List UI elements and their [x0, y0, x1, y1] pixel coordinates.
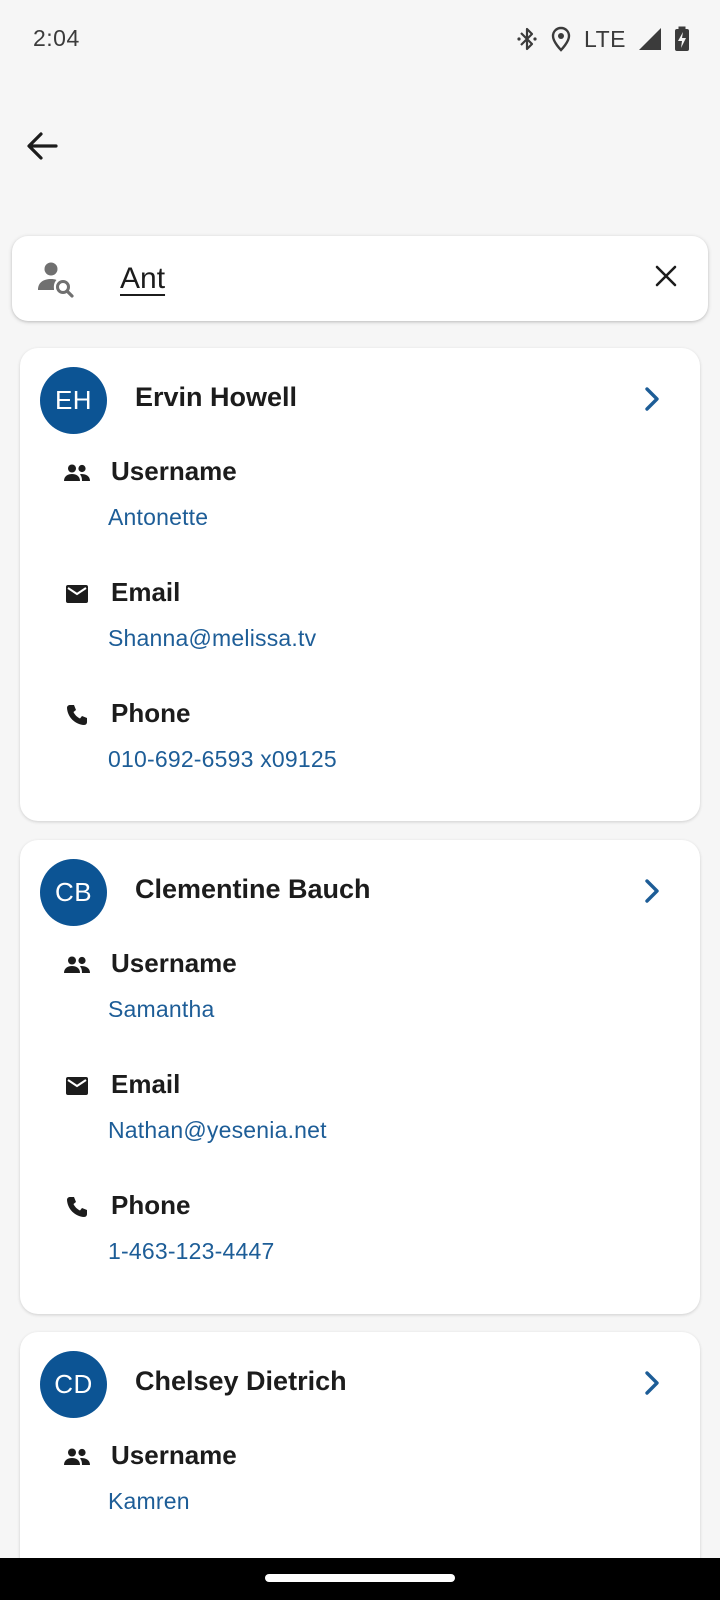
open-contact-button[interactable]	[632, 873, 672, 913]
email-label: Email	[111, 1069, 181, 1099]
home-gesture-handle[interactable]	[265, 1574, 455, 1582]
back-button[interactable]	[18, 124, 66, 172]
status-time: 2:04	[33, 25, 80, 51]
username-field: Username Samantha	[20, 944, 700, 1054]
username-label: Username	[111, 1440, 237, 1470]
username-field: Username Kamren	[20, 1436, 700, 1546]
username-value[interactable]: Samantha	[108, 996, 214, 1023]
username-label: Username	[111, 948, 237, 978]
people-icon	[62, 1442, 92, 1472]
close-icon	[654, 264, 678, 293]
phone-label: Phone	[111, 1190, 191, 1220]
username-label: Username	[111, 456, 237, 486]
mail-icon	[62, 579, 92, 609]
chevron-right-icon	[642, 878, 662, 909]
email-field: Email Shanna@melissa.tv	[20, 573, 700, 683]
avatar: CD	[40, 1351, 107, 1418]
signal-icon	[638, 27, 662, 51]
network-type: LTE	[584, 25, 626, 52]
phone-value[interactable]: 010-692-6593 x09125	[108, 746, 337, 773]
chevron-right-icon	[642, 1370, 662, 1401]
contact-name: Ervin Howell	[135, 382, 298, 412]
phone-icon	[62, 700, 92, 730]
mail-icon	[62, 1071, 92, 1101]
phone-icon	[62, 1192, 92, 1222]
phone-field: Phone 010-692-6593 x09125	[20, 694, 700, 804]
search-bar	[12, 236, 708, 321]
location-icon	[550, 26, 572, 52]
phone-label: Phone	[111, 698, 191, 728]
bluetooth-icon	[516, 26, 538, 52]
people-icon	[62, 950, 92, 980]
phone-field: Phone 1-463-123-4447	[20, 1186, 700, 1296]
battery-charging-icon	[674, 26, 690, 52]
people-icon	[62, 458, 92, 488]
email-value[interactable]: Shanna@melissa.tv	[108, 625, 316, 652]
email-label: Email	[111, 577, 181, 607]
search-input[interactable]	[120, 254, 620, 304]
username-value[interactable]: Kamren	[108, 1488, 190, 1515]
username-value[interactable]: Antonette	[108, 504, 208, 531]
email-value[interactable]: Nathan@yesenia.net	[108, 1117, 327, 1144]
contact-name: Clementine Bauch	[135, 874, 371, 904]
status-icons: LTE	[516, 24, 690, 54]
contact-card[interactable]: CB Clementine Bauch Username Samantha Em…	[20, 840, 700, 1314]
avatar: EH	[40, 367, 107, 434]
status-bar: 2:04 LTE	[0, 0, 720, 80]
contact-card[interactable]: EH Ervin Howell Username Antonette Email…	[20, 348, 700, 821]
clear-search-button[interactable]	[644, 256, 688, 300]
username-field: Username Antonette	[20, 452, 700, 562]
email-field: Email Nathan@yesenia.net	[20, 1065, 700, 1175]
chevron-right-icon	[642, 386, 662, 417]
person-search-icon	[36, 258, 76, 298]
open-contact-button[interactable]	[632, 381, 672, 421]
navigation-bar	[0, 1558, 720, 1600]
contact-name: Chelsey Dietrich	[135, 1366, 347, 1396]
open-contact-button[interactable]	[632, 1365, 672, 1405]
phone-value[interactable]: 1-463-123-4447	[108, 1238, 274, 1265]
avatar: CB	[40, 859, 107, 926]
arrow-back-icon	[25, 129, 59, 168]
